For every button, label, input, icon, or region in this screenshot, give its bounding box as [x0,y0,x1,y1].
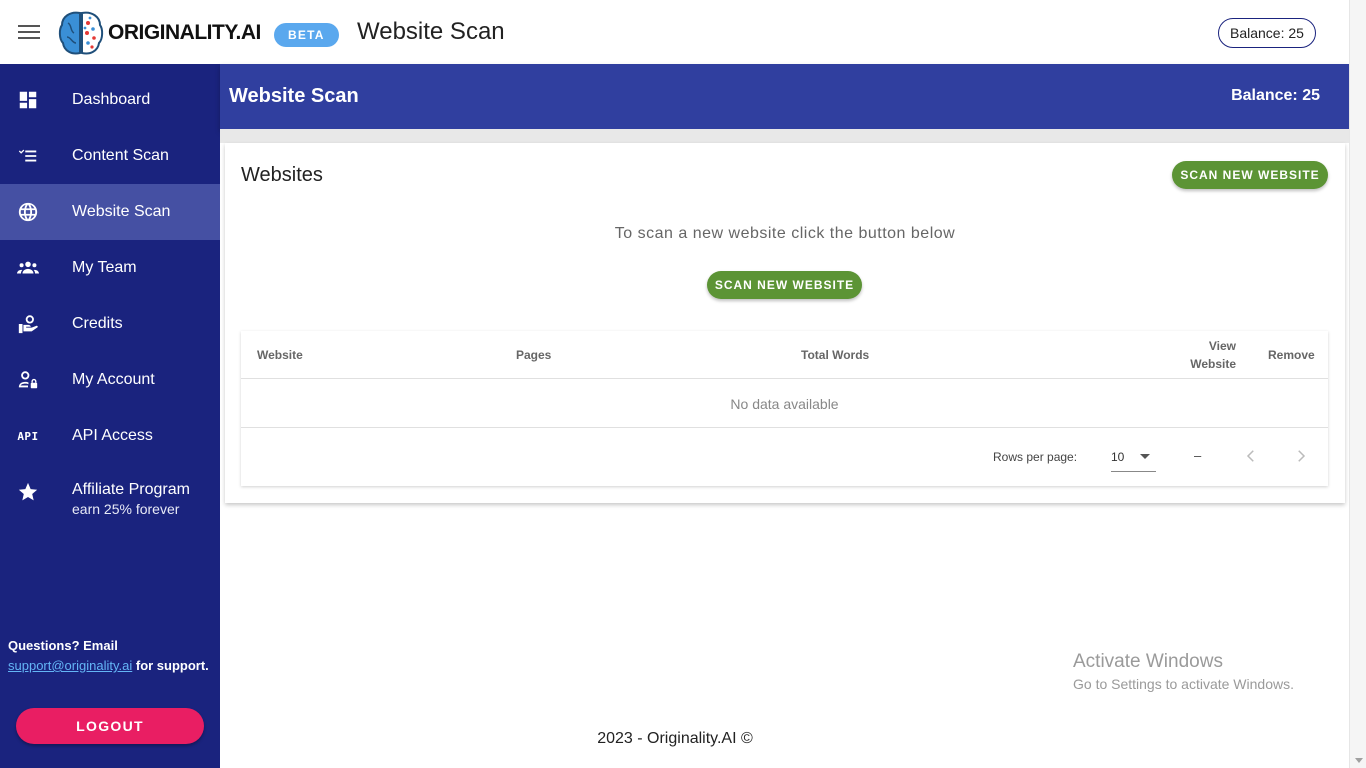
sidebar-item-label: My Account [72,371,155,388]
globe-icon [17,201,39,223]
api-icon-text: API [17,429,39,443]
table-header-divider [241,378,1328,379]
page-title: Website Scan [357,18,505,45]
sidebar-item-content-scan[interactable]: Content Scan [0,128,220,184]
logo[interactable]: ORIGINALITY.AI [58,9,261,57]
sidebar-item-my-team[interactable]: My Team [0,240,220,296]
column-header-view-website[interactable]: View Website [1181,337,1236,373]
logout-button[interactable]: LOGOUT [16,708,204,744]
main-header-balance: Balance: 25 [1231,87,1320,104]
top-app-bar: ORIGINALITY.AI BETA Website Scan Balance… [0,0,1349,64]
sidebar-item-label: Dashboard [72,91,151,108]
sidebar-item-label: Website Scan [72,203,171,220]
chevron-right-icon [1298,450,1306,462]
checklist-icon [17,145,39,167]
header-divider [220,129,1349,143]
activate-windows-watermark: Activate Windows Go to Settings to activ… [1073,651,1294,692]
scrollbar[interactable] [1349,0,1366,768]
balance-chip[interactable]: Balance: 25 [1218,18,1316,48]
support-suffix: for support. [132,658,209,673]
support-text: Questions? Email support@originality.ai … [8,636,218,676]
api-icon: API [17,425,39,447]
chevron-down-icon [1140,454,1150,459]
sidebar-item-sublabel: earn 25% forever [72,501,180,517]
next-page-button[interactable] [1287,442,1315,470]
dashboard-icon [17,89,39,111]
account-lock-icon [17,369,39,391]
scan-new-website-button-center[interactable]: SCAN NEW WEBSITE [707,271,862,299]
column-header-website[interactable]: Website [257,346,303,364]
sidebar-item-credits[interactable]: Credits [0,296,220,352]
menu-icon[interactable] [18,22,40,42]
sidebar-item-label: API Access [72,427,153,444]
sidebar-item-api-access[interactable]: API API Access [0,408,220,464]
no-data-message: No data available [730,396,839,412]
copyright-footer: 2023 - Originality.AI © [597,730,753,747]
websites-card: Websites SCAN NEW WEBSITE To scan a new … [225,143,1345,503]
sidebar-item-website-scan[interactable]: Website Scan [0,184,220,240]
main-header: Website Scan Balance: 25 [220,64,1349,129]
sidebar-item-affiliate-program[interactable]: Affiliate Program earn 25% forever [0,464,220,534]
sidebar-item-label: My Team [72,259,137,276]
table-pagination: Rows per page: 10 – [241,428,1328,486]
brain-logo-icon [58,11,104,55]
beta-badge: BETA [274,23,339,47]
scan-new-website-button[interactable]: SCAN NEW WEBSITE [1172,161,1328,189]
support-email-link[interactable]: support@originality.ai [8,658,132,673]
previous-page-button[interactable] [1237,442,1265,470]
sidebar-item-my-account[interactable]: My Account [0,352,220,408]
team-icon [17,257,39,279]
page-range-text: – [1194,448,1202,463]
column-header-remove[interactable]: Remove [1268,346,1315,364]
watermark-title: Activate Windows [1073,651,1223,672]
chevron-left-icon [1246,450,1254,462]
sidebar-item-label: Affiliate Program [72,481,190,498]
star-icon [17,481,39,503]
rows-per-page-value: 10 [1111,450,1125,464]
sidebar-item-dashboard[interactable]: Dashboard [0,72,220,128]
watermark-subtitle: Go to Settings to activate Windows. [1073,676,1294,692]
card-title: Websites [241,164,323,186]
main-header-title: Website Scan [229,85,359,107]
scroll-down-arrow-icon[interactable] [1355,758,1363,763]
credits-icon [17,313,39,335]
sidebar-item-label: Credits [72,315,123,332]
websites-table: Website Pages Total Words View Website R… [241,331,1328,486]
rows-per-page-select[interactable]: 10 [1111,442,1156,472]
sidebar: Dashboard Content Scan Website Scan My T… [0,64,220,768]
logo-text: ORIGINALITY.AI [108,21,261,44]
column-header-total-words[interactable]: Total Words [801,346,869,364]
support-prefix: Questions? Email [8,638,118,653]
scan-hint: To scan a new website click the button b… [614,225,956,242]
rows-per-page-label: Rows per page: [993,450,1078,464]
sidebar-item-label: Content Scan [72,147,169,164]
column-header-pages[interactable]: Pages [516,346,551,364]
